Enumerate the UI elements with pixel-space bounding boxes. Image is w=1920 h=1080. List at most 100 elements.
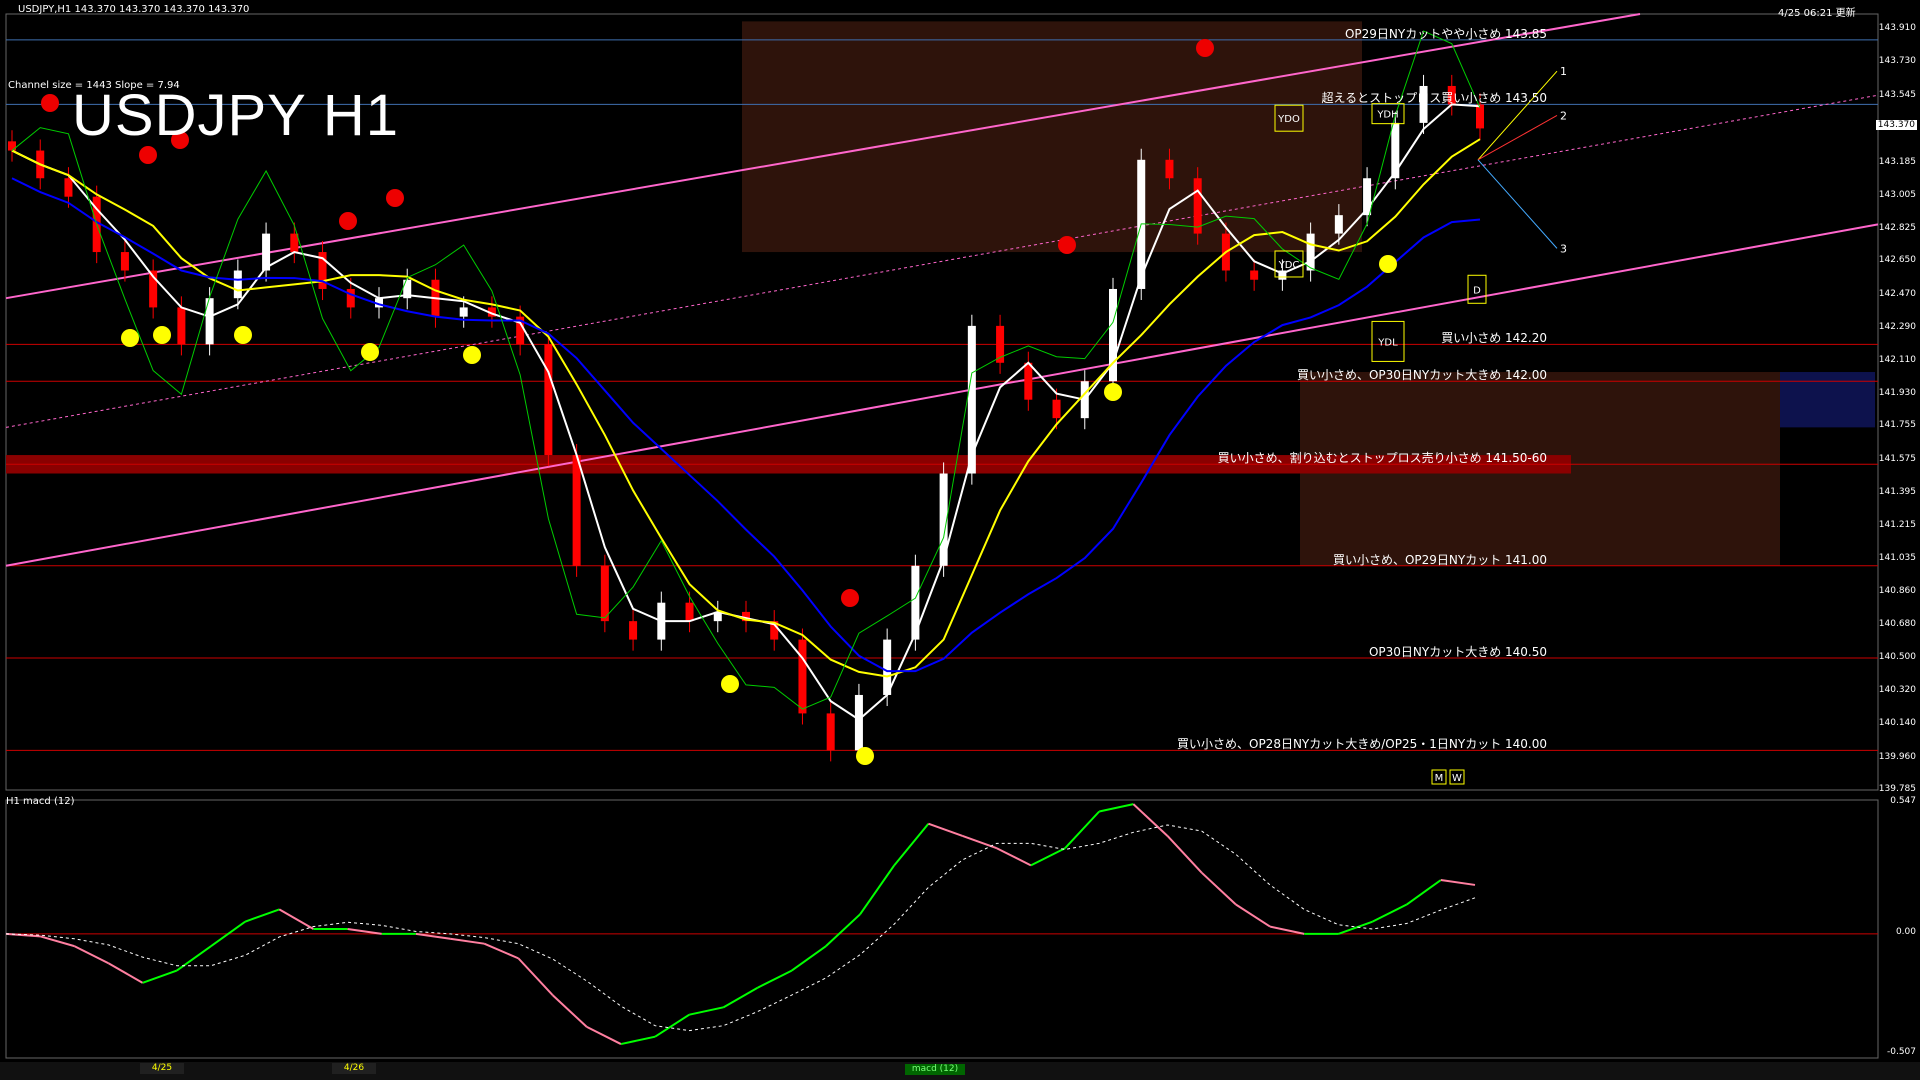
macd-segment <box>825 913 861 947</box>
macd-segment <box>1030 847 1066 867</box>
d-marker-text: D <box>1473 285 1481 296</box>
level-label: 買い小さめ、OP28日NYカット大きめ/OP25・1日NYカット 140.00 <box>1177 737 1547 752</box>
projection-label: 1 <box>1560 65 1567 78</box>
candle-body <box>572 455 581 566</box>
macd-segment <box>1338 920 1373 935</box>
macd-segment <box>893 823 930 866</box>
price-tick: 139.960 <box>1878 751 1916 762</box>
price-tick: 140.320 <box>1878 685 1916 696</box>
macd-axis-bottom: -0.507 <box>1886 1047 1916 1057</box>
macd-frame <box>5 799 1879 1059</box>
macd-segment <box>791 945 827 972</box>
macd-segment <box>517 957 554 996</box>
ydc-marker-text: YDC <box>1278 260 1300 271</box>
m-marker-text: M <box>1435 773 1444 784</box>
level-label: 買い小さめ、OP30日NYカット大きめ 142.00 <box>1296 368 1547 383</box>
ma-long-line <box>11 177 1481 673</box>
price-tick: 141.575 <box>1878 453 1916 464</box>
projection-label: 2 <box>1560 109 1567 122</box>
fractal-up-marker <box>721 675 739 693</box>
fractal-up-marker <box>121 329 139 347</box>
macd-segment <box>142 969 178 984</box>
tab-4-26[interactable]: 4/26 <box>332 1063 376 1074</box>
chart-stage: YDO YDH YDC YDL D M W 1 2 3 <box>0 0 1920 1080</box>
level-label: OP29日NYカットやや小さめ 143.85 <box>1344 26 1547 41</box>
macd-segment <box>689 1006 724 1016</box>
macd-axis-zero: 0.00 <box>1895 927 1916 937</box>
level-label: 買い小さめ、OP29日NYカット 141.00 <box>1332 552 1547 567</box>
candle-body <box>685 602 694 622</box>
level-label: 買い小さめ 142.20 <box>1441 331 1547 346</box>
price-tick: 142.470 <box>1878 288 1916 299</box>
macd-segment <box>1064 810 1100 849</box>
price-tick: 143.005 <box>1878 189 1916 200</box>
price-tick: 140.140 <box>1878 718 1916 729</box>
fractal-up-marker <box>1379 255 1397 273</box>
candle-body <box>1024 362 1033 400</box>
price-tick: 140.500 <box>1878 652 1916 663</box>
price-tick: 142.825 <box>1878 222 1916 233</box>
macd-segment <box>928 822 963 837</box>
candle-body <box>544 344 553 456</box>
price-tick: 141.930 <box>1878 388 1916 399</box>
price-tick: 143.545 <box>1878 90 1916 101</box>
macd-segment <box>1201 871 1237 906</box>
candle-body <box>967 325 976 474</box>
macd-segment <box>1440 879 1476 886</box>
fractal-down-marker <box>386 189 404 207</box>
macd-segment <box>962 835 998 850</box>
macd-segment <box>859 864 896 915</box>
macd-segment <box>654 1013 690 1038</box>
price-tick: 139.785 <box>1878 784 1916 794</box>
fractal-up-marker <box>234 326 252 344</box>
price-tick: 141.395 <box>1878 486 1916 497</box>
candle-body <box>346 288 355 308</box>
fractal-up-marker <box>1104 383 1122 401</box>
macd-segment <box>1166 835 1203 874</box>
level-label: 買い小さめ、割り込むとストップロス売り小さめ 141.50-60 <box>1217 451 1547 466</box>
w-marker-text: W <box>1452 773 1462 784</box>
macd-segment <box>107 962 144 984</box>
candle-body <box>600 565 609 622</box>
candle-body <box>177 307 186 345</box>
macd-segment <box>73 945 109 965</box>
candle-body <box>1193 178 1202 234</box>
fractal-up-marker <box>463 346 481 364</box>
price-tick: 142.650 <box>1878 255 1916 266</box>
fractal-down-marker <box>1058 236 1076 254</box>
symbol-info: USDJPY,H1 143.370 143.370 143.370 143.37… <box>18 4 250 15</box>
fractal-down-marker <box>1196 39 1214 57</box>
price-tick: 141.035 <box>1878 553 1916 564</box>
macd-segment <box>1406 879 1442 906</box>
price-tick: 143.185 <box>1878 156 1916 167</box>
tab-4-25[interactable]: 4/25 <box>140 1063 184 1074</box>
candle-body <box>120 252 129 271</box>
price-tick: 143.910 <box>1878 22 1916 33</box>
candle-body <box>1476 104 1484 129</box>
macd-segment <box>483 942 519 960</box>
ydo-marker-text: YDO <box>1277 114 1300 125</box>
candle-body <box>8 141 16 151</box>
macd-tab[interactable]: macd (12) <box>905 1064 965 1075</box>
price-tick: 141.755 <box>1878 420 1916 431</box>
candle-body <box>1391 122 1400 179</box>
macd-title: H1 macd (12) <box>6 796 75 807</box>
candle-body <box>1165 159 1174 179</box>
macd-segment <box>39 935 75 948</box>
macd-segment <box>586 1026 622 1045</box>
macd-segment <box>449 937 485 945</box>
price-chart: YDO YDH YDC YDL D M W 1 2 3 <box>2 13 1879 1074</box>
candle-body <box>1052 399 1061 419</box>
candle-body <box>1250 270 1259 280</box>
macd-axis-top: 0.547 <box>1890 796 1916 806</box>
current-price-tag: 143.370 <box>1875 120 1917 130</box>
chart-title: USDJPY H1 <box>72 83 400 148</box>
level-label: OP30日NYカット大きめ 140.50 <box>1368 645 1547 660</box>
macd-signal-line <box>5 824 1476 1032</box>
macd-segment <box>551 994 588 1028</box>
macd-segment <box>1235 903 1271 928</box>
candle-body <box>826 713 835 751</box>
level-label: 超えるとストップロス買い小さめ 143.50 <box>1321 91 1547 106</box>
macd-segment <box>278 908 314 930</box>
candle-body <box>854 694 863 751</box>
